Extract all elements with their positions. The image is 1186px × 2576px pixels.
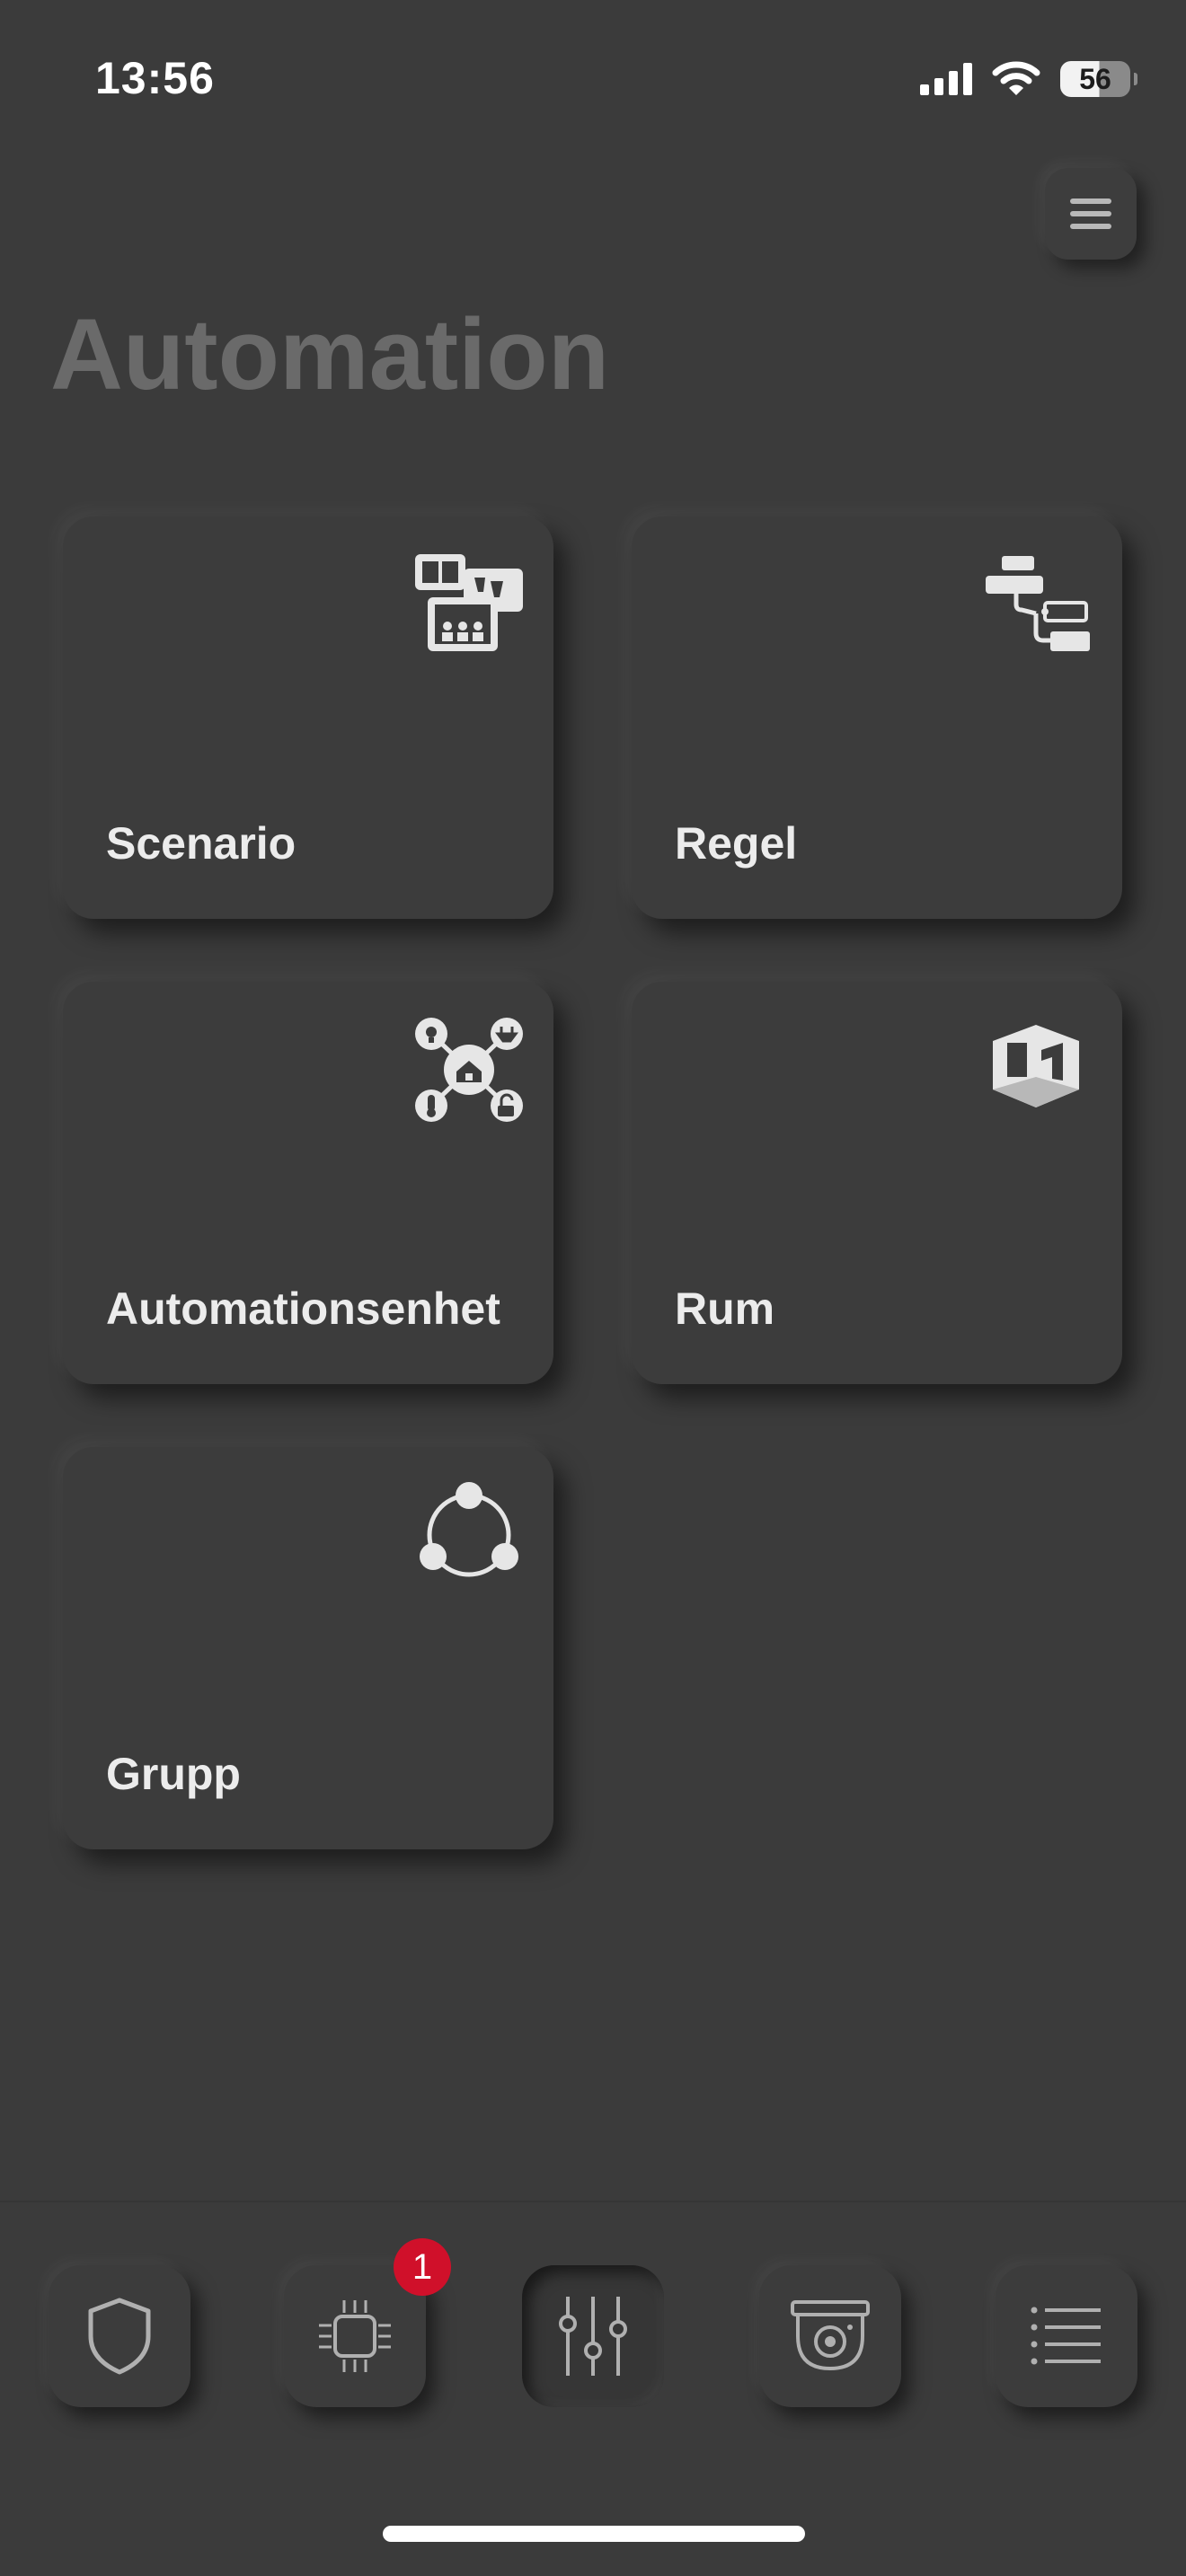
group-circle-icon (420, 1482, 518, 1577)
menu-button[interactable] (1045, 168, 1137, 260)
cellular-signal-icon (920, 63, 972, 95)
nav-list-button[interactable] (996, 2265, 1137, 2407)
shield-icon (88, 2298, 151, 2375)
nav-security-button[interactable] (49, 2265, 190, 2407)
room-cube-icon (993, 1025, 1079, 1107)
card-label-scenario: Scenario (106, 818, 296, 869)
card-grupp[interactable]: Grupp (63, 1447, 553, 1849)
card-scenario[interactable]: Scenario (63, 516, 553, 919)
battery-level: 56 (1079, 62, 1111, 95)
rule-flow-icon (986, 556, 1090, 651)
chip-icon (319, 2300, 391, 2372)
page-title: Automation (50, 298, 610, 410)
sliders-icon (559, 2297, 627, 2376)
card-regel[interactable]: Regel (632, 516, 1122, 919)
nav-camera-button[interactable] (759, 2265, 901, 2407)
bottom-nav-divider (0, 2201, 1186, 2202)
automation-device-hub-icon (415, 1018, 523, 1122)
camera-icon (791, 2300, 870, 2371)
card-label-grupp: Grupp (106, 1749, 241, 1799)
list-icon (1031, 2307, 1101, 2365)
card-label-automationsenhet: Automationsenhet (106, 1284, 500, 1334)
home-indicator[interactable] (383, 2526, 805, 2542)
card-label-regel: Regel (675, 818, 798, 869)
notification-badge: 1 (394, 2238, 451, 2296)
battery-indicator: 56 (1060, 61, 1137, 97)
status-time: 13:56 (95, 53, 215, 103)
wifi-icon (992, 61, 1040, 95)
card-label-rum: Rum (675, 1284, 775, 1334)
hamburger-menu-icon (1070, 198, 1111, 229)
card-automationsenhet[interactable]: Automationsenhet (63, 982, 553, 1384)
scenario-pictures-icon (415, 554, 523, 651)
card-rum[interactable]: Rum (632, 982, 1122, 1384)
nav-automation-button[interactable] (522, 2265, 664, 2407)
automation-screen: 13:56 56 Automation Scenario Regel Autom… (0, 0, 1186, 2576)
status-indicators: 56 (920, 56, 1137, 102)
